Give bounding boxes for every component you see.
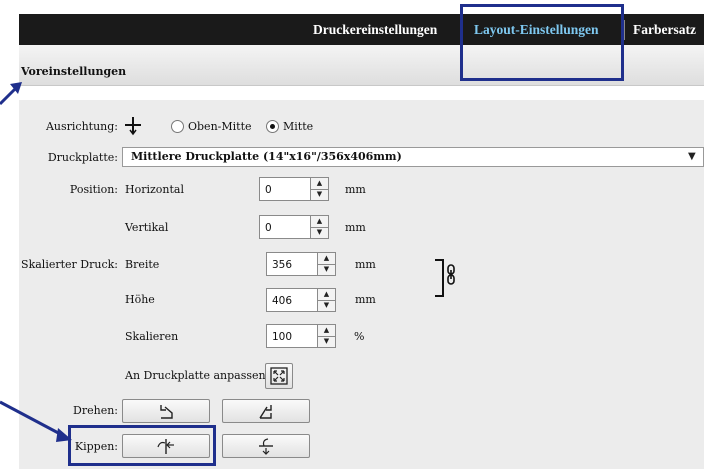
annotation-arrows — [0, 82, 72, 442]
